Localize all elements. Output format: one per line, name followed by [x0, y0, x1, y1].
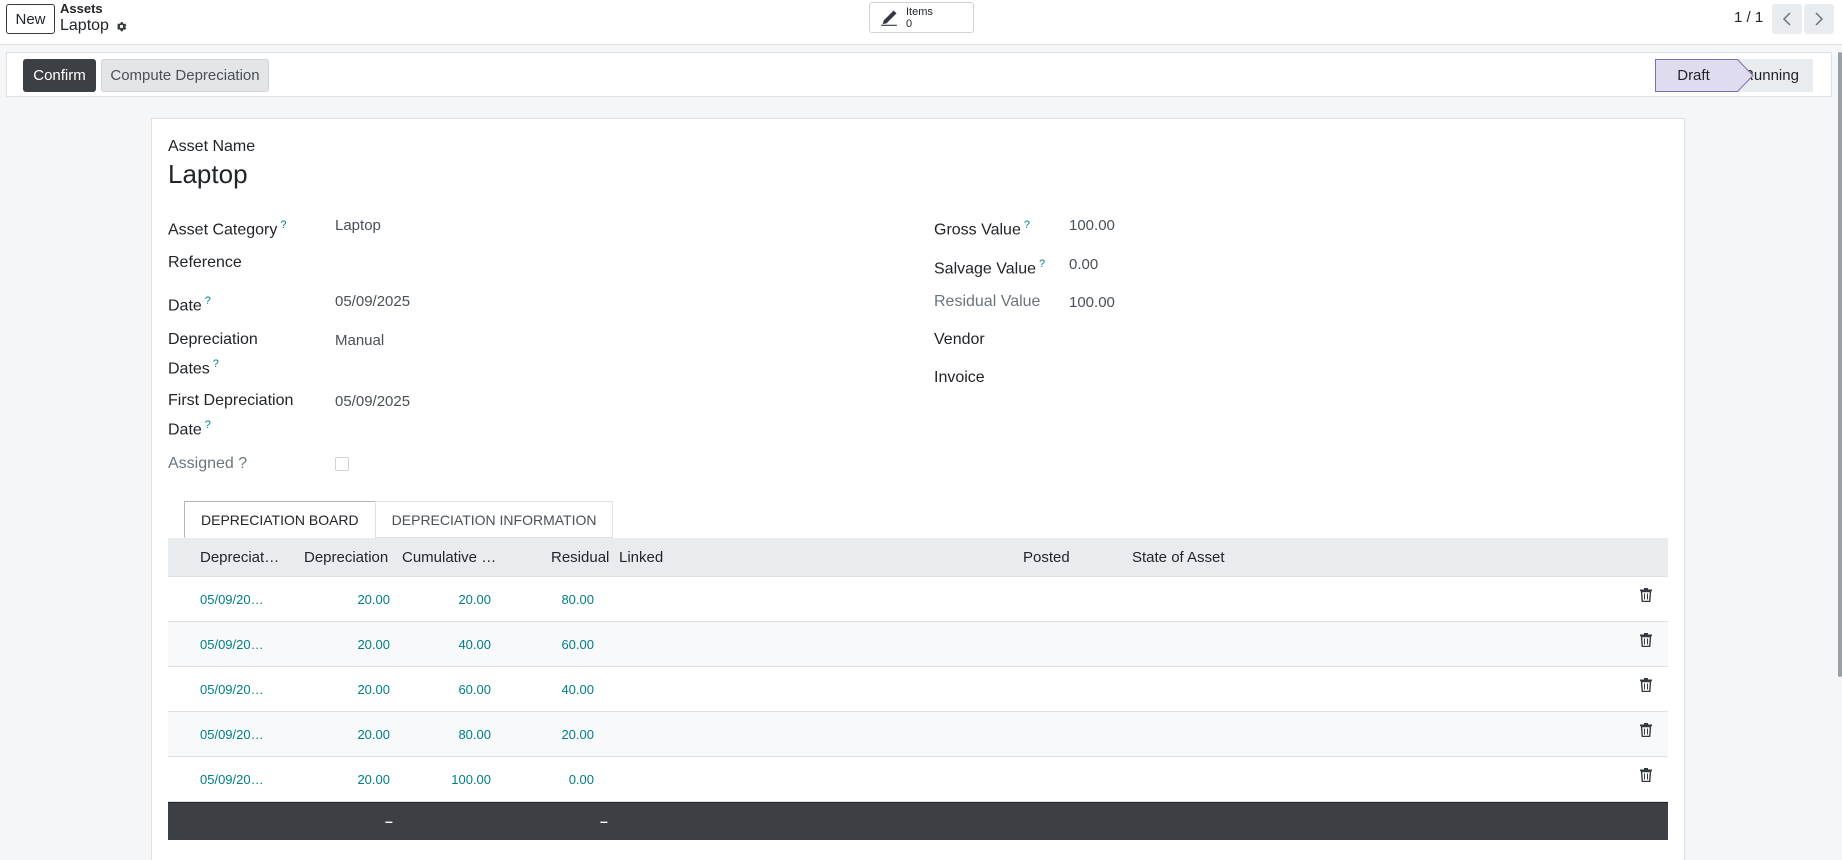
asset-category-label: Asset Category? — [168, 219, 287, 239]
first-depreciation-date-field[interactable]: 05/09/2025 — [335, 393, 410, 410]
gross-value-field[interactable]: 100.00 — [1069, 217, 1115, 234]
trash-icon[interactable] — [1640, 768, 1652, 782]
row-cumulative[interactable]: 40.00 — [402, 637, 491, 652]
row-date[interactable]: 05/09/20… — [200, 637, 264, 652]
row-residual[interactable]: 0.00 — [508, 772, 594, 787]
control-panel: New Assets Laptop Items 0 1 / 1 — [0, 0, 1842, 45]
table-header: Depreciat… Depreciation Cumulative … Res… — [168, 538, 1668, 577]
invoice-field[interactable] — [1069, 370, 1569, 388]
chevron-right-icon — [1815, 12, 1824, 26]
gear-icon[interactable] — [115, 20, 128, 33]
vendor-field[interactable] — [1069, 332, 1569, 350]
asset-category-field[interactable]: Laptop — [335, 217, 381, 234]
items-label: Items — [906, 5, 933, 18]
tab-depreciation-information[interactable]: DEPRECIATION INFORMATION — [374, 501, 614, 538]
pager-previous-button[interactable] — [1772, 4, 1802, 34]
help-tooltip-icon[interactable]: ? — [1024, 219, 1030, 231]
row-depreciation[interactable]: 20.00 — [304, 772, 390, 787]
footer-depreciation-total: – — [385, 813, 393, 829]
stage-arrow — [1737, 59, 1754, 92]
breadcrumb-current-label: Laptop — [60, 17, 109, 34]
tab-depreciation-board[interactable]: DEPRECIATION BOARD — [184, 501, 376, 538]
chevron-left-icon — [1782, 12, 1791, 26]
reference-label: Reference — [168, 254, 242, 271]
table-row[interactable]: 05/09/20… 20.00 60.00 40.00 — [168, 667, 1668, 712]
row-depreciation[interactable]: 20.00 — [304, 592, 390, 607]
form-sheet: Asset Name Laptop Asset Category? Laptop… — [151, 118, 1685, 860]
help-tooltip-icon[interactable]: ? — [213, 358, 219, 370]
residual-value-field: 100.00 — [1069, 294, 1115, 311]
table-row[interactable]: 05/09/20… 20.00 80.00 20.00 — [168, 712, 1668, 757]
row-cumulative[interactable]: 60.00 — [402, 682, 491, 697]
column-header-depreciation-date[interactable]: Depreciat… — [200, 549, 279, 566]
row-date[interactable]: 05/09/20… — [200, 772, 264, 787]
help-tooltip-icon[interactable]: ? — [205, 419, 211, 431]
help-tooltip-icon[interactable]: ? — [1039, 258, 1045, 270]
row-date[interactable]: 05/09/20… — [200, 592, 264, 607]
assigned-label: Assigned ? — [168, 455, 248, 472]
page-scrollbar[interactable] — [1838, 52, 1842, 677]
new-button[interactable]: New — [6, 4, 55, 34]
table-body: 05/09/20… 20.00 20.00 80.00 05/09/20… 20.00 40… — [168, 577, 1668, 802]
residual-value-label: Residual Value — [934, 293, 1041, 310]
breadcrumb-parent[interactable]: Assets — [60, 1, 103, 16]
gross-value-label: Gross Value? — [934, 219, 1030, 239]
status-bar: Confirm Compute Depreciation Running Dra… — [6, 52, 1832, 97]
row-date[interactable]: 05/09/20… — [200, 727, 264, 742]
notebook-tabs: DEPRECIATION BOARD DEPRECIATION INFORMAT… — [184, 501, 614, 538]
table-footer: – – — [168, 802, 1668, 840]
depreciation-dates-label: Depreciation Dates? — [168, 331, 258, 378]
date-field[interactable]: 05/09/2025 — [335, 293, 410, 310]
trash-icon[interactable] — [1640, 588, 1652, 602]
column-header-cumulative[interactable]: Cumulative … — [402, 549, 496, 566]
asset-name-field[interactable]: Laptop — [168, 159, 248, 190]
footer-residual-total: – — [600, 813, 608, 829]
items-smart-button[interactable]: Items 0 — [869, 2, 974, 33]
row-depreciation[interactable]: 20.00 — [304, 727, 390, 742]
column-header-state[interactable]: State of Asset — [1132, 549, 1225, 566]
salvage-value-field[interactable]: 0.00 — [1069, 256, 1098, 273]
table-row[interactable]: 05/09/20… 20.00 40.00 60.00 — [168, 622, 1668, 667]
row-cumulative[interactable]: 20.00 — [402, 592, 491, 607]
items-count: 0 — [906, 17, 913, 30]
first-depreciation-date-label: First Depreciation Date? — [168, 392, 294, 439]
salvage-value-label: Salvage Value? — [934, 258, 1046, 278]
row-residual[interactable]: 40.00 — [508, 682, 594, 697]
row-residual[interactable]: 80.00 — [508, 592, 594, 607]
depreciation-dates-field[interactable]: Manual — [335, 332, 384, 349]
compute-depreciation-button[interactable]: Compute Depreciation — [101, 59, 269, 92]
date-label: Date? — [168, 295, 211, 315]
vendor-label: Vendor — [934, 331, 985, 348]
invoice-label: Invoice — [934, 369, 985, 386]
row-residual[interactable]: 20.00 — [508, 727, 594, 742]
row-cumulative[interactable]: 100.00 — [402, 772, 491, 787]
assigned-checkbox[interactable] — [335, 457, 349, 471]
breadcrumb-current: Laptop — [60, 17, 128, 35]
stage-draft[interactable]: Draft — [1655, 59, 1737, 92]
column-header-linked[interactable]: Linked — [619, 549, 663, 566]
trash-icon[interactable] — [1640, 633, 1652, 647]
table-row[interactable]: 05/09/20… 20.00 20.00 80.00 — [168, 577, 1668, 622]
confirm-button[interactable]: Confirm — [23, 59, 96, 92]
help-tooltip-icon[interactable]: ? — [280, 219, 286, 231]
row-depreciation[interactable]: 20.00 — [304, 637, 390, 652]
pencil-icon — [881, 9, 897, 26]
depreciation-table: Depreciat… Depreciation Cumulative … Res… — [168, 538, 1668, 840]
help-tooltip-icon[interactable]: ? — [205, 295, 211, 307]
column-header-posted[interactable]: Posted — [1023, 549, 1070, 566]
pager-next-button[interactable] — [1804, 4, 1834, 34]
row-depreciation[interactable]: 20.00 — [304, 682, 390, 697]
pager-value[interactable]: 1 / 1 — [1734, 9, 1763, 26]
column-header-depreciation[interactable]: Depreciation — [304, 549, 388, 566]
row-date[interactable]: 05/09/20… — [200, 682, 264, 697]
table-row[interactable]: 05/09/20… 20.00 100.00 0.00 — [168, 757, 1668, 802]
asset-name-label: Asset Name — [168, 138, 256, 155]
reference-field[interactable] — [335, 255, 835, 273]
trash-icon[interactable] — [1640, 723, 1652, 737]
column-header-residual[interactable]: Residual — [551, 549, 609, 566]
row-cumulative[interactable]: 80.00 — [402, 727, 491, 742]
trash-icon[interactable] — [1640, 678, 1652, 692]
row-residual[interactable]: 60.00 — [508, 637, 594, 652]
